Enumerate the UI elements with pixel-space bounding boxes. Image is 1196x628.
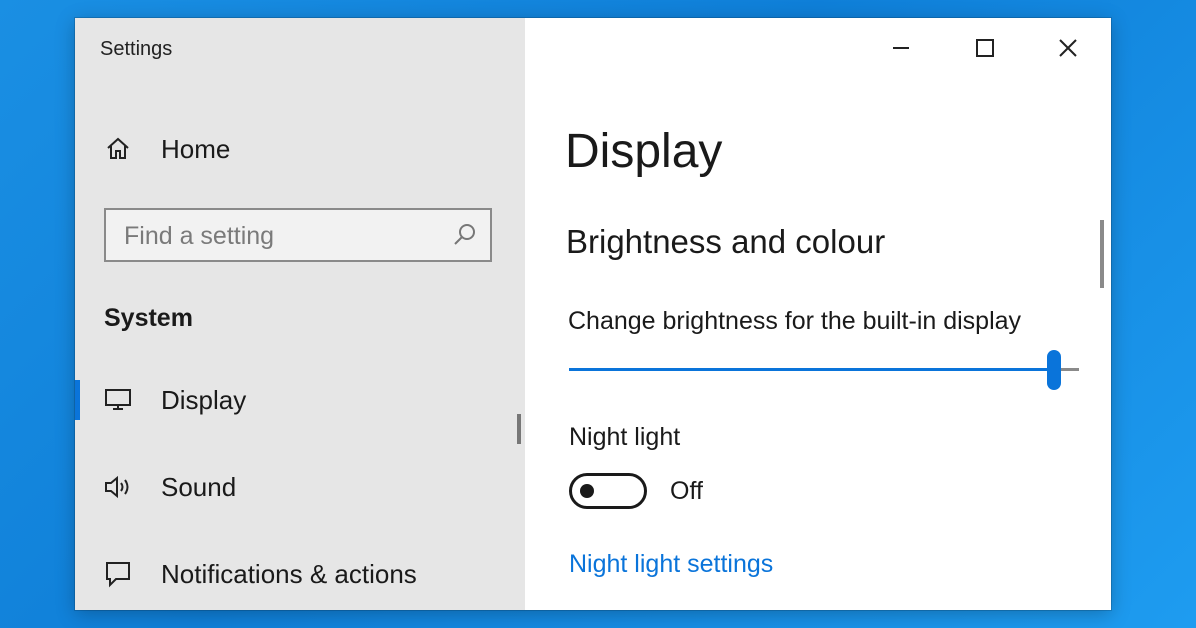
maximize-icon (976, 39, 994, 57)
toggle-knob (580, 484, 594, 498)
page-title: Display (565, 125, 723, 178)
speaker-icon (103, 472, 133, 502)
night-light-toggle[interactable] (569, 473, 647, 509)
main-scrollbar[interactable] (1100, 220, 1104, 288)
slider-thumb[interactable] (1046, 350, 1061, 390)
brightness-slider[interactable] (569, 350, 1079, 390)
search-icon[interactable] (452, 222, 478, 248)
settings-window: Settings Home System (75, 18, 1111, 610)
toggle-state-label: Off (670, 477, 703, 505)
brightness-label: Change brightness for the built-in displ… (568, 307, 1022, 335)
minimize-icon (893, 47, 909, 49)
sidebar-item-label: Sound (161, 471, 237, 502)
sidebar-item-label: Notifications & actions (161, 558, 417, 589)
notification-icon (103, 559, 133, 589)
sidebar-item-label: Display (161, 384, 247, 415)
search-input[interactable] (122, 210, 446, 262)
slider-fill (569, 368, 1054, 371)
maximize-button[interactable] (955, 26, 1015, 70)
home-icon (103, 134, 133, 164)
sidebar-item-home[interactable]: Home (75, 125, 515, 173)
minimize-button[interactable] (871, 26, 931, 70)
main-panel: Display Brightness and colour Change bri… (525, 18, 1111, 610)
sidebar-item-display[interactable]: Display (75, 376, 515, 424)
search-box[interactable] (104, 208, 492, 262)
sidebar-item-notifications[interactable]: Notifications & actions (75, 550, 515, 598)
night-light-settings-link[interactable]: Night light settings (569, 550, 773, 579)
section-heading: Brightness and colour (566, 223, 886, 260)
close-icon (1059, 39, 1077, 57)
monitor-icon (103, 385, 133, 415)
app-title: Settings (100, 38, 173, 60)
sidebar-item-label: Home (161, 133, 231, 164)
sidebar-item-sound[interactable]: Sound (75, 463, 515, 511)
close-button[interactable] (1038, 26, 1098, 70)
section-title: System (104, 304, 193, 332)
sidebar: Settings Home System (75, 18, 525, 610)
night-light-label: Night light (569, 423, 681, 451)
sidebar-scrollbar[interactable] (517, 414, 521, 444)
